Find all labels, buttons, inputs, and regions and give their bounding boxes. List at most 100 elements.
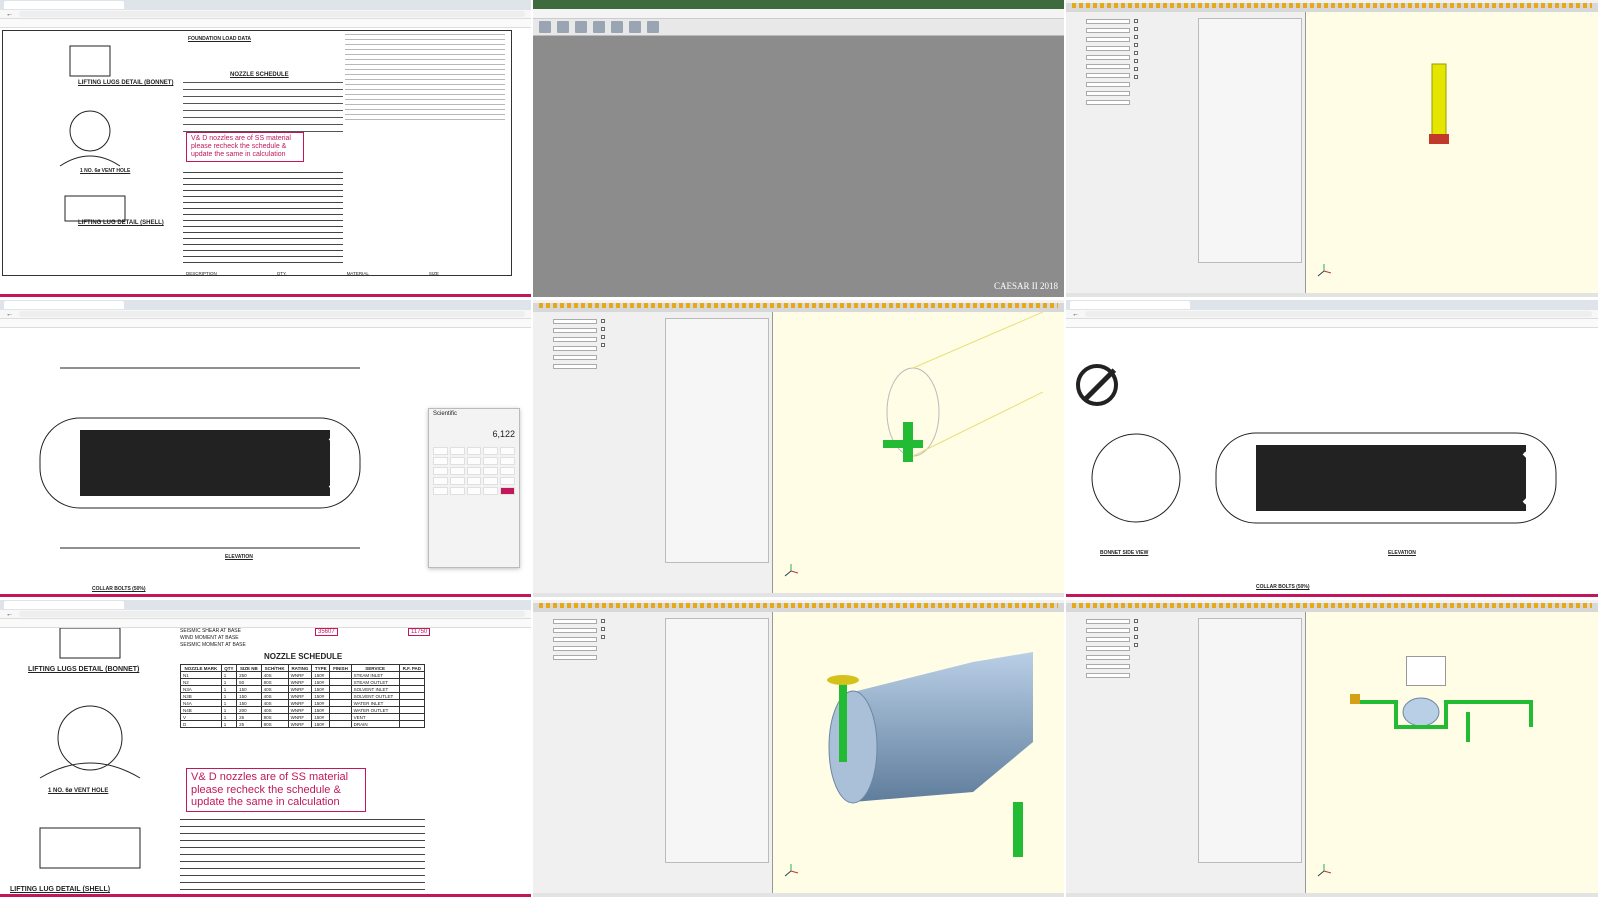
- calc-key[interactable]: [433, 477, 448, 485]
- piping-input-icon[interactable]: [593, 21, 605, 33]
- calc-key[interactable]: [433, 467, 448, 475]
- elevation-label: ELEVATION: [225, 554, 253, 560]
- tools-icon[interactable]: [647, 21, 659, 33]
- wind-moment-row: WIND MOMENT AT BASE: [180, 635, 239, 641]
- axis-triad-icon: [1317, 864, 1332, 877]
- diameter-field[interactable]: [553, 646, 597, 651]
- reducer-checkbox[interactable]: [1134, 67, 1138, 71]
- dy-field[interactable]: [553, 346, 597, 351]
- bend-checkbox[interactable]: [1134, 619, 1138, 623]
- restraints-checkbox[interactable]: [1134, 635, 1138, 639]
- diameter-field[interactable]: [1086, 64, 1130, 69]
- browser-tab[interactable]: [4, 301, 124, 309]
- calc-key[interactable]: [449, 467, 465, 475]
- from-node-field[interactable]: [1086, 619, 1130, 624]
- dz-field[interactable]: [1086, 55, 1130, 60]
- expansion-joint-checkbox[interactable]: [1134, 35, 1138, 39]
- calc-key[interactable]: [433, 447, 448, 455]
- restraints-checkbox[interactable]: [1134, 43, 1138, 47]
- wall-thickness-field[interactable]: [1086, 664, 1130, 669]
- calc-key[interactable]: [466, 477, 482, 485]
- calc-key[interactable]: [483, 457, 499, 465]
- calc-key[interactable]: [449, 487, 465, 495]
- back-icon[interactable]: ←: [1072, 311, 1079, 318]
- hangers-checkbox[interactable]: [1134, 51, 1138, 55]
- wall-thickness-field[interactable]: [1086, 73, 1130, 78]
- restraints-checkbox[interactable]: [601, 627, 605, 631]
- 3d-viewport[interactable]: [773, 612, 1064, 893]
- calc-key[interactable]: [449, 447, 465, 455]
- to-node-field[interactable]: [553, 628, 597, 633]
- dx-field[interactable]: [553, 337, 597, 342]
- 3d-viewport[interactable]: [1306, 12, 1598, 293]
- to-node-field[interactable]: [1086, 628, 1130, 633]
- calc-key[interactable]: [449, 457, 465, 465]
- from-node-field[interactable]: [1086, 19, 1130, 24]
- rigid-checkbox[interactable]: [1134, 27, 1138, 31]
- restraints-checkbox[interactable]: [601, 335, 605, 339]
- calc-key[interactable]: [483, 487, 499, 495]
- back-icon[interactable]: ←: [6, 311, 13, 318]
- nozzles-checkbox[interactable]: [1134, 59, 1138, 63]
- browser-tab[interactable]: [4, 601, 124, 609]
- dx-field[interactable]: [1086, 37, 1130, 42]
- 3d-viewport[interactable]: [773, 312, 1064, 593]
- nozzles-checkbox[interactable]: [601, 343, 605, 347]
- back-icon[interactable]: ←: [6, 611, 13, 618]
- calc-key[interactable]: [483, 477, 499, 485]
- to-node-field[interactable]: [1086, 28, 1130, 33]
- caesar-piping-input-4: [1066, 600, 1600, 899]
- calc-key[interactable]: [500, 477, 515, 485]
- nozzles-checkbox[interactable]: [1134, 643, 1138, 647]
- calc-key[interactable]: [449, 477, 465, 485]
- temperature-field[interactable]: [1086, 91, 1130, 96]
- calc-key[interactable]: [466, 467, 482, 475]
- back-icon[interactable]: ←: [6, 11, 13, 18]
- calc-key[interactable]: [483, 447, 499, 455]
- save-icon[interactable]: [575, 21, 587, 33]
- bend-checkbox[interactable]: [601, 319, 605, 323]
- browser-tab[interactable]: [4, 1, 124, 9]
- from-node-field[interactable]: [553, 319, 597, 324]
- diameter-field[interactable]: [553, 355, 597, 360]
- 3d-viewport[interactable]: [1306, 612, 1598, 893]
- calc-key[interactable]: [483, 467, 499, 475]
- calc-key[interactable]: [500, 447, 515, 455]
- bend-checkbox[interactable]: [1134, 19, 1138, 23]
- url-field[interactable]: [19, 311, 525, 317]
- calc-key[interactable]: [466, 447, 482, 455]
- bend-checkbox[interactable]: [601, 619, 605, 623]
- dx-field[interactable]: [1086, 637, 1130, 642]
- calculator-mode[interactable]: Scientific: [429, 409, 519, 419]
- url-field[interactable]: [19, 611, 525, 617]
- output-icon[interactable]: [629, 21, 641, 33]
- calc-equals-key[interactable]: [500, 487, 515, 495]
- calc-key[interactable]: [500, 457, 515, 465]
- temperature-field[interactable]: [1086, 673, 1130, 678]
- dx-field[interactable]: [553, 637, 597, 642]
- new-file-icon[interactable]: [539, 21, 551, 33]
- pressure-field[interactable]: [1086, 100, 1130, 105]
- from-node-field[interactable]: [553, 619, 597, 624]
- rigid-checkbox[interactable]: [601, 327, 605, 331]
- browser-tab[interactable]: [1070, 301, 1190, 309]
- to-node-field[interactable]: [553, 328, 597, 333]
- nozzles-checkbox[interactable]: [601, 635, 605, 639]
- calc-key[interactable]: [466, 457, 482, 465]
- wall-thickness-field[interactable]: [553, 364, 597, 369]
- sif-tees-checkbox[interactable]: [1134, 75, 1138, 79]
- url-field[interactable]: [19, 11, 525, 17]
- calc-key[interactable]: [500, 467, 515, 475]
- url-field[interactable]: [1085, 311, 1592, 317]
- calc-key[interactable]: [466, 487, 482, 495]
- calc-key[interactable]: [433, 457, 448, 465]
- dy-field[interactable]: [1086, 46, 1130, 51]
- dy-field[interactable]: [1086, 646, 1130, 651]
- diameter-field[interactable]: [1086, 655, 1130, 660]
- insulation-field[interactable]: [1086, 82, 1130, 87]
- calc-key[interactable]: [433, 487, 448, 495]
- wall-thickness-field[interactable]: [553, 655, 597, 660]
- rigid-checkbox[interactable]: [1134, 627, 1138, 631]
- analysis-icon[interactable]: [611, 21, 623, 33]
- open-file-icon[interactable]: [557, 21, 569, 33]
